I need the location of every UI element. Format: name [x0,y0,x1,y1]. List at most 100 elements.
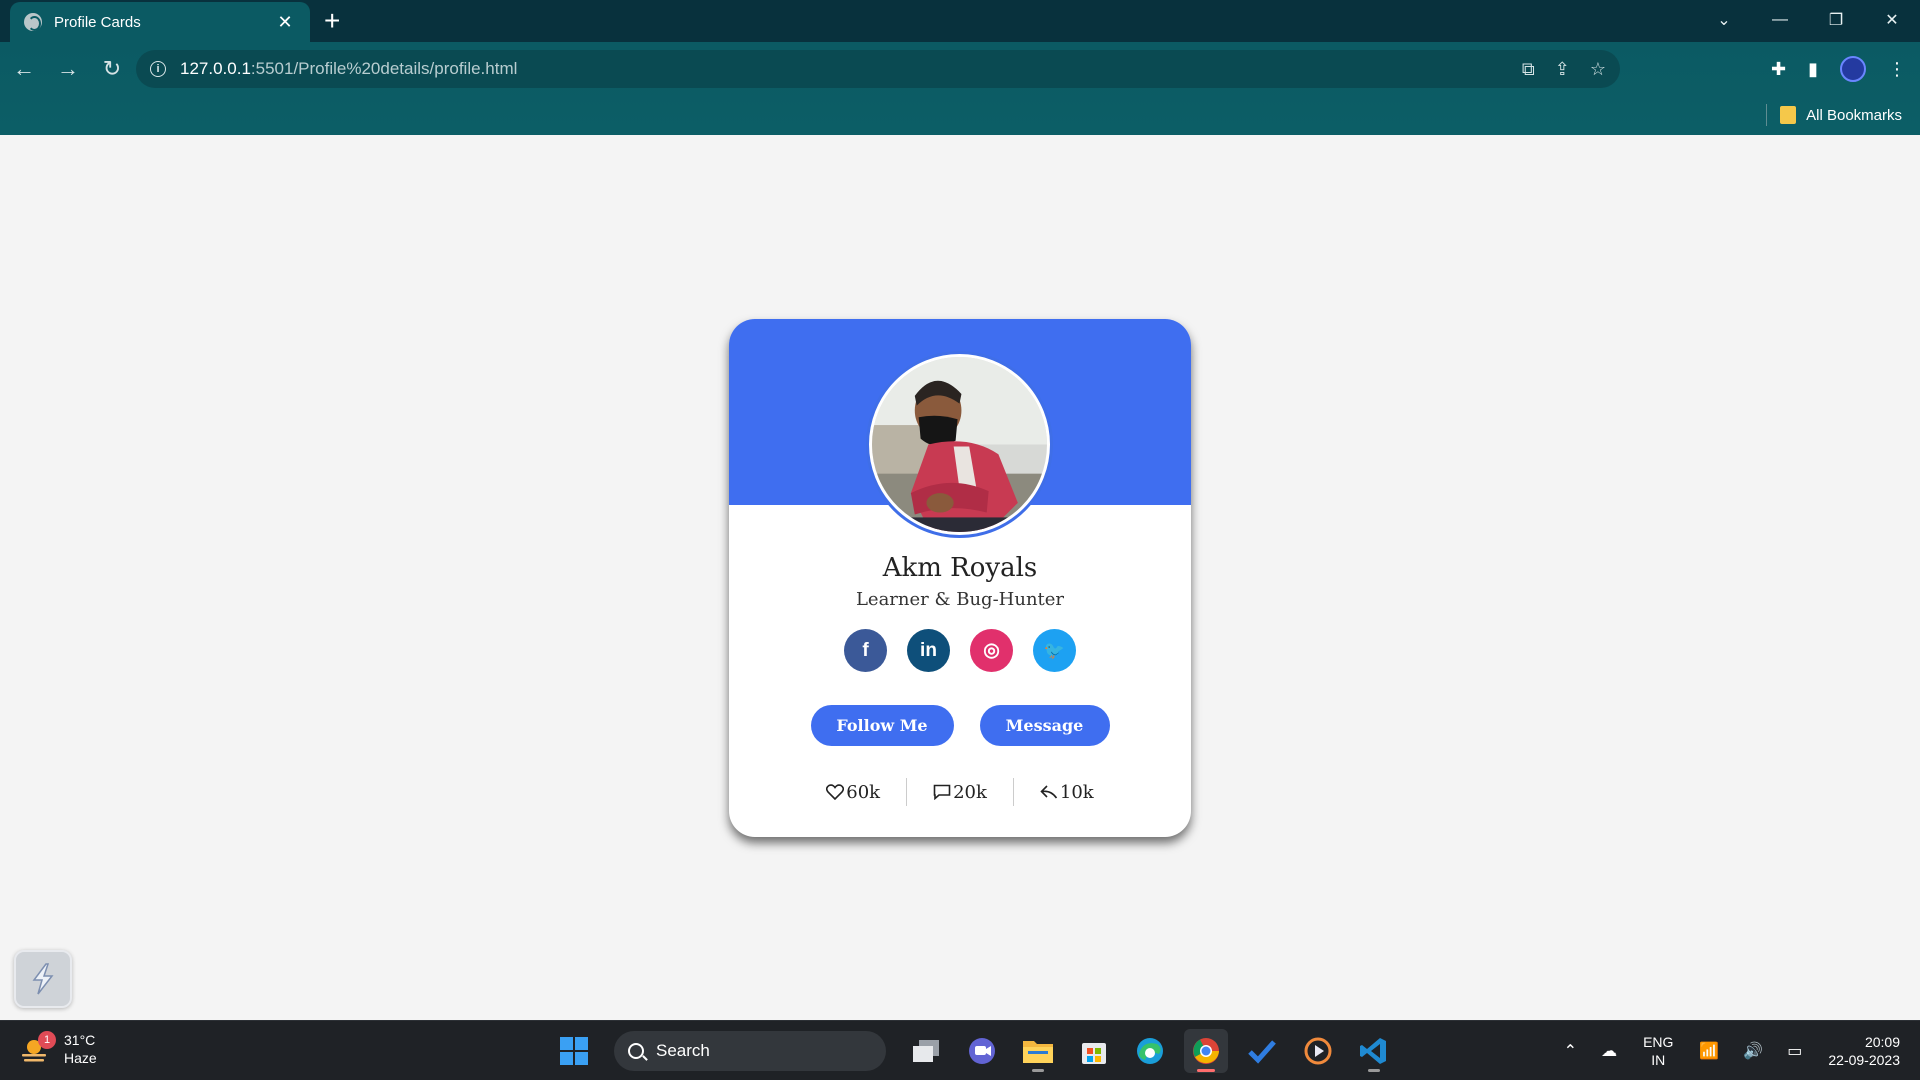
linkedin-icon[interactable]: in [907,629,950,672]
address-bar[interactable]: i 127.0.0.1:5501/Profile%20details/profi… [136,50,1620,88]
profile-card: Akm Royals Learner & Bug-Hunter f in ◎ 🐦… [729,319,1191,837]
taskbar: 1 31°C Haze Search ⌃ ☁ ENG IN 📶 🔊 ▭ 20:0… [0,1020,1920,1080]
message-button[interactable]: Message [979,705,1110,746]
file-explorer-icon[interactable] [1016,1029,1060,1073]
new-tab-button[interactable]: + [324,6,340,36]
lang-top: ENG [1643,1034,1674,1050]
clock-time: 20:09 [1864,1034,1900,1050]
shares-count: 10k [1059,781,1094,803]
side-panel-icon[interactable]: ▮ [1808,59,1818,80]
instagram-icon[interactable]: ◎ [970,629,1013,672]
onedrive-cloud-icon[interactable]: ☁ [1601,1041,1617,1061]
comments-stat: 20k [907,782,1013,803]
minimize-icon[interactable]: — [1752,0,1808,40]
share-icon[interactable]: ⇪ [1555,59,1570,80]
search-icon [628,1043,644,1059]
facebook-glyph: f [862,639,869,661]
card-actions: Follow Me Message [729,705,1191,746]
edge-browser-icon[interactable] [1128,1029,1172,1073]
likes-stat: 60k [800,782,906,803]
taskbar-apps: Search [552,1029,1396,1073]
tab-strip: Profile Cards ✕ + ⌄ — ❐ ✕ [0,0,1920,42]
browser-toolbar: ← → ↻ i 127.0.0.1:5501/Profile%20details… [0,42,1920,96]
url-host: 127.0.0.1 [180,59,251,78]
tab-search-icon[interactable]: ⌄ [1696,0,1752,40]
taskbar-search[interactable]: Search [614,1031,886,1071]
extensions-icon[interactable]: ✚ [1771,59,1786,80]
likes-count: 60k [846,781,881,803]
weather-widget[interactable]: 1 31°C Haze [20,1031,97,1067]
vscode-icon[interactable] [1352,1029,1396,1073]
comments-count: 20k [953,781,987,803]
weather-badge: 1 [38,1031,56,1049]
chrome-browser-icon[interactable] [1184,1029,1228,1073]
media-player-icon[interactable] [1296,1029,1340,1073]
volume-icon[interactable]: 🔊 [1743,1041,1763,1061]
globe-icon [24,13,42,31]
all-bookmarks-label: All Bookmarks [1806,106,1902,124]
close-tab-icon[interactable]: ✕ [274,12,296,33]
clock[interactable]: 20:09 22-09-2023 [1828,1033,1900,1069]
twitter-icon[interactable]: 🐦 [1033,629,1076,672]
microsoft-store-icon[interactable] [1072,1029,1116,1073]
bookmarks-bar: All Bookmarks [0,96,1920,135]
facebook-icon[interactable]: f [844,629,887,672]
url-text: 127.0.0.1:5501/Profile%20details/profile… [180,59,517,79]
teams-chat-icon[interactable] [960,1029,1004,1073]
site-info-icon[interactable]: i [150,61,166,77]
avatar [869,354,1050,535]
linkedin-glyph: in [920,639,937,661]
floating-app-widget[interactable] [14,950,72,1008]
folder-icon [1780,106,1797,124]
toolbar-actions: ✚ ▮ ⋮ [1771,50,1906,88]
profile-avatar-icon[interactable] [1840,56,1866,82]
profile-role: Learner & Bug-Hunter [855,589,1065,610]
bookmarks-divider [1766,104,1767,126]
profile-name: Akm Royals [882,553,1038,583]
omnibox-actions: ⧉ ⇪ ☆ [1522,50,1606,88]
tab-title: Profile Cards [54,13,141,31]
battery-icon[interactable]: ▭ [1787,1041,1802,1061]
chevron-up-icon[interactable]: ⌃ [1564,1041,1577,1061]
social-links: f in ◎ 🐦 [729,629,1191,672]
avatar-photo [872,357,1047,532]
task-view-icon[interactable] [904,1029,948,1073]
heart-icon [826,784,845,800]
search-label: Search [656,1041,710,1060]
lightning-icon [32,963,54,995]
haze-sun-icon: 1 [20,1031,56,1063]
translate-icon[interactable]: ⧉ [1522,59,1535,80]
language-indicator[interactable]: ENG IN [1643,1033,1673,1069]
all-bookmarks-button[interactable]: All Bookmarks [1780,104,1902,126]
restore-icon[interactable]: ❐ [1808,0,1864,40]
shares-stat: 10k [1014,782,1120,803]
twitter-glyph: 🐦 [1043,640,1066,660]
weather-temp: 31°C [64,1032,96,1048]
follow-me-button[interactable]: Follow Me [810,705,954,746]
bookmark-star-icon[interactable]: ☆ [1590,59,1606,80]
browser-chrome: Profile Cards ✕ + ⌄ — ❐ ✕ ← → ↻ i 127.0.… [0,0,1920,135]
instagram-glyph: ◎ [983,640,1000,661]
tab-profile-cards[interactable]: Profile Cards ✕ [10,2,310,42]
running-indicator [1368,1069,1380,1072]
share-reply-icon [1040,785,1058,799]
wifi-icon[interactable]: 📶 [1699,1041,1719,1061]
url-path: :5501/Profile%20details/profile.html [250,59,518,78]
clock-date: 22-09-2023 [1828,1052,1900,1068]
close-window-icon[interactable]: ✕ [1864,0,1920,40]
forward-arrow-icon[interactable]: → [48,49,88,89]
profile-stats: 60k 20k 10k [729,778,1191,806]
reload-icon[interactable]: ↻ [92,49,132,89]
menu-kebab-icon[interactable]: ⋮ [1888,59,1906,80]
weather-desc: Haze [64,1050,97,1066]
lang-bottom: IN [1651,1052,1666,1068]
todo-check-icon[interactable] [1240,1029,1284,1073]
running-indicator [1197,1069,1215,1072]
windows-start-icon[interactable] [552,1029,596,1073]
window-controls: ⌄ — ❐ ✕ [1696,0,1920,40]
comment-icon [933,784,951,800]
back-arrow-icon[interactable]: ← [4,49,44,89]
weather-text: 31°C Haze [64,1031,97,1067]
running-indicator [1032,1069,1044,1072]
system-tray: ⌃ ☁ ENG IN 📶 🔊 ▭ 20:09 22-09-2023 [1552,1027,1900,1075]
